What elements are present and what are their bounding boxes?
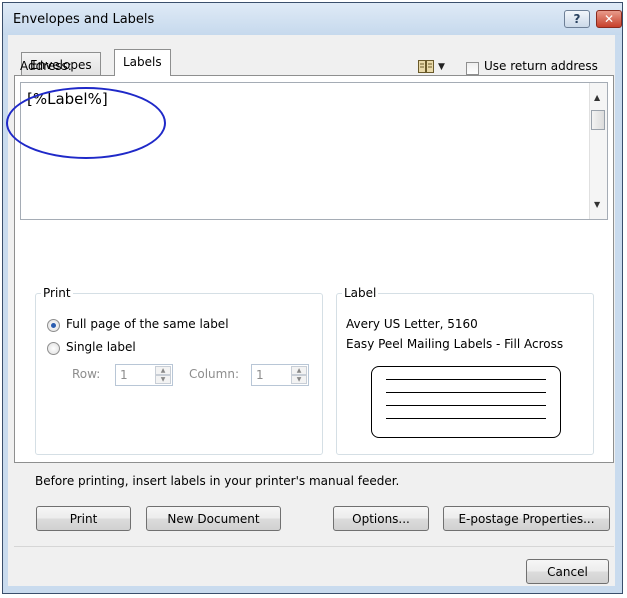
help-button[interactable]: ? bbox=[564, 10, 590, 28]
row-spin-down-icon[interactable]: ▼ bbox=[155, 375, 171, 384]
full-page-label: Full page of the same label bbox=[66, 317, 229, 331]
column-label: Column: bbox=[189, 367, 239, 381]
new-document-button-label: New Document bbox=[167, 511, 260, 526]
row-spinner[interactable]: 1 ▲ ▼ bbox=[115, 364, 173, 386]
print-button-label: Print bbox=[69, 511, 98, 526]
column-spinner[interactable]: 1 ▲ ▼ bbox=[251, 364, 309, 386]
printer-feed-note: Before printing, insert labels in your p… bbox=[35, 474, 400, 488]
label-preview-image[interactable] bbox=[371, 366, 561, 438]
use-return-address-checkbox[interactable] bbox=[466, 62, 479, 75]
print-group-title: Print bbox=[41, 286, 73, 300]
row-spin-up-icon[interactable]: ▲ bbox=[155, 366, 171, 375]
full-page-radio[interactable] bbox=[47, 319, 60, 332]
title-bar[interactable]: Envelopes and Labels ? ✕ bbox=[3, 3, 622, 35]
single-label-label: Single label bbox=[66, 340, 136, 354]
address-scrollbar[interactable]: ▲ ▼ bbox=[589, 83, 607, 219]
cancel-button-label: Cancel bbox=[547, 564, 588, 579]
print-button[interactable]: Print bbox=[36, 506, 131, 531]
epostage-properties-button[interactable]: E-postage Properties... bbox=[443, 506, 610, 531]
label-description: Easy Peel Mailing Labels - Fill Across bbox=[346, 337, 564, 351]
single-label-radio[interactable] bbox=[47, 342, 60, 355]
options-button-label: Options... bbox=[352, 511, 410, 526]
options-button[interactable]: Options... bbox=[333, 506, 429, 531]
close-button[interactable]: ✕ bbox=[596, 10, 622, 28]
label-group-title: Label bbox=[342, 286, 379, 300]
column-spin-down-icon[interactable]: ▼ bbox=[291, 375, 307, 384]
address-label: Address: bbox=[20, 59, 72, 73]
column-spin-up-icon[interactable]: ▲ bbox=[291, 366, 307, 375]
tab-labels-label: Labels bbox=[123, 55, 162, 69]
row-value: 1 bbox=[120, 368, 128, 382]
annotation-ellipse bbox=[6, 87, 166, 159]
scroll-up-arrow-icon[interactable]: ▲ bbox=[594, 93, 600, 102]
label-vendor-product: Avery US Letter, 5160 bbox=[346, 317, 478, 331]
address-book-dropdown-icon[interactable]: ▼ bbox=[438, 62, 445, 72]
epostage-button-label: E-postage Properties... bbox=[458, 511, 595, 526]
dialog-title: Envelopes and Labels bbox=[13, 12, 155, 27]
row-label: Row: bbox=[72, 367, 101, 381]
address-book-icon[interactable] bbox=[418, 60, 434, 73]
tab-labels[interactable]: Labels bbox=[114, 49, 171, 76]
use-return-address-label: Use return address bbox=[484, 59, 598, 73]
cancel-button[interactable]: Cancel bbox=[526, 559, 609, 584]
scroll-thumb[interactable] bbox=[591, 110, 605, 130]
close-icon: ✕ bbox=[603, 12, 615, 26]
column-value: 1 bbox=[256, 368, 264, 382]
footer-separator bbox=[14, 546, 614, 547]
help-icon: ? bbox=[573, 12, 581, 26]
scroll-down-arrow-icon[interactable]: ▼ bbox=[594, 200, 600, 209]
new-document-button[interactable]: New Document bbox=[146, 506, 281, 531]
